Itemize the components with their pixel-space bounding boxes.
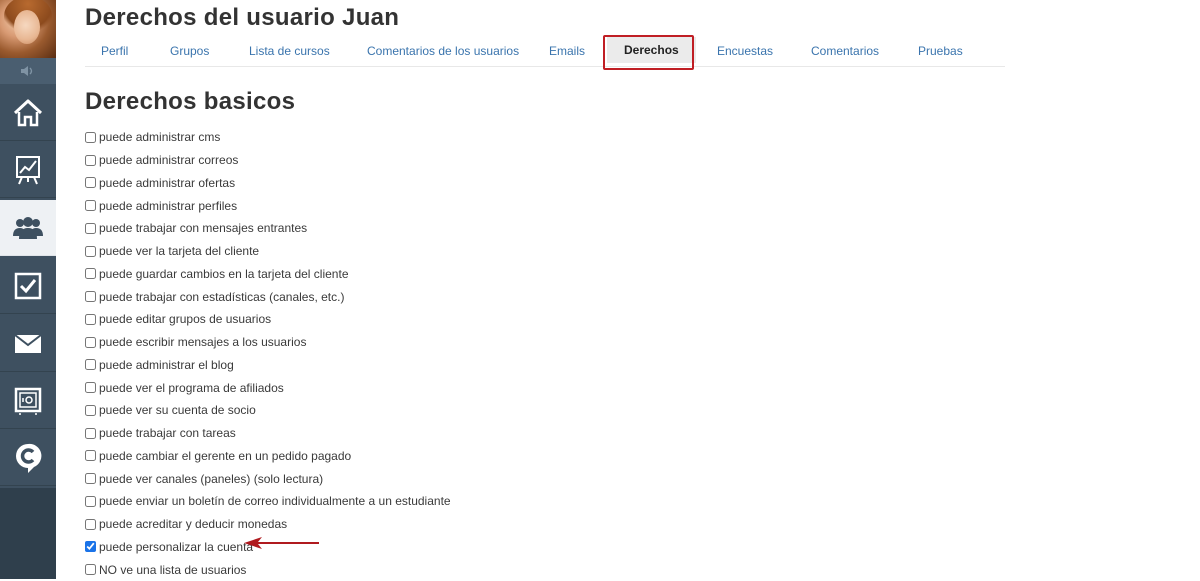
sidebar-item-chat[interactable] xyxy=(0,430,56,486)
permission-label[interactable]: puede cambiar el gerente en un pedido pa… xyxy=(99,449,351,463)
tab-comentarios[interactable]: Comentarios xyxy=(811,36,879,66)
permission-item: puede trabajar con estadísticas (canales… xyxy=(84,285,451,308)
page-title: Derechos del usuario Juan xyxy=(85,4,400,31)
tab-derechos[interactable]: Derechos xyxy=(607,37,696,63)
permission-checkbox[interactable] xyxy=(85,131,96,143)
chat-c-icon xyxy=(16,443,42,473)
permission-item: puede trabajar con mensajes entrantes xyxy=(84,217,451,240)
sidebar-empty-area xyxy=(0,488,56,579)
tab-comentarios-usuarios[interactable]: Comentarios de los usuarios xyxy=(367,36,519,66)
permission-label[interactable]: puede administrar correos xyxy=(99,153,238,167)
tab-grupos[interactable]: Grupos xyxy=(170,36,209,66)
avatar[interactable] xyxy=(0,0,56,58)
sidebar xyxy=(0,0,56,579)
permission-label[interactable]: puede escribir mensajes a los usuarios xyxy=(99,335,306,349)
permission-checkbox[interactable] xyxy=(85,200,96,212)
permission-checkbox[interactable] xyxy=(85,291,96,303)
permission-item: NO ve una lista de usuarios xyxy=(84,558,451,581)
checkbox-icon xyxy=(14,272,42,299)
permission-item: puede ver canales (paneles) (solo lectur… xyxy=(84,467,451,490)
permission-label[interactable]: puede ver el programa de afiliados xyxy=(99,381,284,395)
sidebar-item-safe[interactable] xyxy=(0,373,56,429)
tab-bar: Perfil Grupos Lista de cursos Comentario… xyxy=(85,36,1005,67)
permission-label[interactable]: puede administrar el blog xyxy=(99,358,234,372)
envelope-icon xyxy=(14,333,42,353)
permission-item: puede enviar un boletín de correo indivi… xyxy=(84,490,451,513)
permission-item: puede trabajar con tareas xyxy=(84,422,451,445)
permission-item: puede administrar el blog xyxy=(84,354,451,377)
sidebar-item-users[interactable] xyxy=(0,200,56,256)
permission-label[interactable]: puede administrar cms xyxy=(99,130,220,144)
permission-item: puede ver la tarjeta del cliente xyxy=(84,240,451,263)
permission-list: puede administrar cms puede administrar c… xyxy=(84,126,451,581)
speaker-icon xyxy=(21,66,33,76)
permission-label[interactable]: puede administrar ofertas xyxy=(99,176,235,190)
permission-checkbox[interactable] xyxy=(85,450,96,462)
permission-checkbox[interactable] xyxy=(85,495,96,507)
permission-label[interactable]: puede ver su cuenta de socio xyxy=(99,403,256,417)
permission-label[interactable]: puede editar grupos de usuarios xyxy=(99,312,271,326)
tab-encuestas[interactable]: Encuestas xyxy=(717,36,773,66)
avatar-face xyxy=(14,10,40,44)
permission-label[interactable]: puede trabajar con mensajes entrantes xyxy=(99,221,307,235)
permission-item: puede administrar correos xyxy=(84,149,451,172)
permission-checkbox[interactable] xyxy=(85,222,96,234)
permission-label[interactable]: puede enviar un boletín de correo indivi… xyxy=(99,494,451,508)
permission-item: puede guardar cambios en la tarjeta del … xyxy=(84,263,451,286)
sidebar-item-home[interactable] xyxy=(0,85,56,141)
users-group-icon xyxy=(13,216,43,239)
permission-checkbox[interactable] xyxy=(85,541,96,553)
permission-item: puede ver el programa de afiliados xyxy=(84,376,451,399)
permission-checkbox[interactable] xyxy=(85,473,96,485)
permission-checkbox[interactable] xyxy=(85,404,96,416)
permission-checkbox[interactable] xyxy=(85,359,96,371)
permission-label[interactable]: NO ve una lista de usuarios xyxy=(99,563,246,577)
permission-checkbox[interactable] xyxy=(85,268,96,280)
chart-board-icon xyxy=(16,155,40,184)
permission-checkbox[interactable] xyxy=(85,382,96,394)
permission-item: puede administrar ofertas xyxy=(84,172,451,195)
permission-label[interactable]: puede trabajar con tareas xyxy=(99,426,236,440)
permission-label[interactable]: puede guardar cambios en la tarjeta del … xyxy=(99,267,349,281)
safe-icon xyxy=(14,387,42,415)
permission-label[interactable]: puede ver canales (paneles) (solo lectur… xyxy=(99,472,323,486)
sidebar-item-mail[interactable] xyxy=(0,316,56,372)
permission-item: puede acreditar y deducir monedas xyxy=(84,513,451,536)
tab-pruebas[interactable]: Pruebas xyxy=(918,36,963,66)
permission-label[interactable]: puede ver la tarjeta del cliente xyxy=(99,244,259,258)
permission-label[interactable]: puede trabajar con estadísticas (canales… xyxy=(99,290,344,304)
permission-item: puede escribir mensajes a los usuarios xyxy=(84,331,451,354)
home-icon xyxy=(13,99,43,126)
permission-item: puede editar grupos de usuarios xyxy=(84,308,451,331)
permission-label[interactable]: puede administrar perfiles xyxy=(99,199,237,213)
tab-perfil[interactable]: Perfil xyxy=(101,36,128,66)
permission-checkbox[interactable] xyxy=(85,564,96,576)
tab-lista-de-cursos[interactable]: Lista de cursos xyxy=(249,36,330,66)
section-title: Derechos basicos xyxy=(85,88,296,115)
permission-checkbox[interactable] xyxy=(85,336,96,348)
permission-item: puede administrar perfiles xyxy=(84,194,451,217)
annotation-arrow xyxy=(244,537,319,549)
permission-checkbox[interactable] xyxy=(85,177,96,189)
permission-item: puede administrar cms xyxy=(84,126,451,149)
permission-checkbox[interactable] xyxy=(85,427,96,439)
permission-item: puede cambiar el gerente en un pedido pa… xyxy=(84,445,451,468)
sidebar-item-analytics[interactable] xyxy=(0,142,56,198)
permission-checkbox[interactable] xyxy=(85,154,96,166)
tab-emails[interactable]: Emails xyxy=(549,36,585,66)
permission-item: puede ver su cuenta de socio xyxy=(84,399,451,422)
sidebar-item-tasks[interactable] xyxy=(0,258,56,314)
permission-checkbox[interactable] xyxy=(85,518,96,530)
sound-toggle[interactable] xyxy=(0,58,56,84)
permission-checkbox[interactable] xyxy=(85,313,96,325)
permission-checkbox[interactable] xyxy=(85,245,96,257)
permission-label[interactable]: puede acreditar y deducir monedas xyxy=(99,517,287,531)
permission-label[interactable]: puede personalizar la cuenta xyxy=(99,540,253,554)
